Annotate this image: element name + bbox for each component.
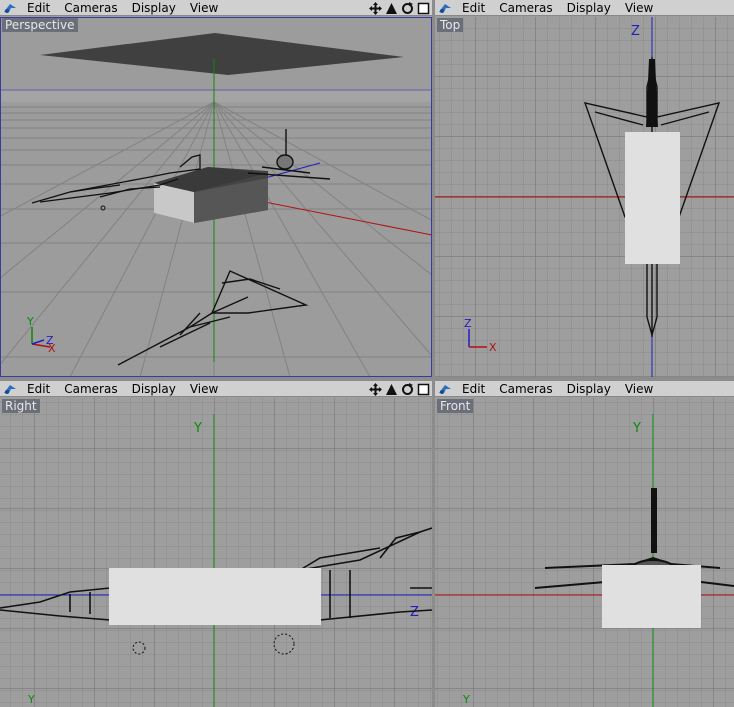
menu-display[interactable]: Display — [125, 0, 183, 16]
view-tools — [369, 381, 430, 397]
front-canvas[interactable]: Y Y — [435, 398, 734, 707]
move-view-icon[interactable] — [369, 1, 382, 15]
menu-cameras[interactable]: Cameras — [57, 381, 124, 397]
viewport-splitter-horizontal[interactable] — [0, 377, 734, 381]
viewport-menubar: Edit Cameras Display View — [435, 0, 734, 16]
top-scene: Z X Z — [435, 17, 734, 377]
menu-edit[interactable]: Edit — [455, 381, 492, 397]
gizmo-y-label: Y — [26, 315, 34, 328]
gizmo-z-label: Z — [464, 317, 472, 330]
perspective-canvas[interactable]: Y Z X — [0, 17, 432, 377]
menu-cameras[interactable]: Cameras — [492, 0, 559, 16]
menu-edit[interactable]: Edit — [455, 0, 492, 16]
menu-cameras[interactable]: Cameras — [57, 0, 124, 16]
view-tools — [369, 0, 430, 16]
viewport-label-front: Front — [437, 399, 474, 413]
cinema4d-logo-icon[interactable] — [0, 381, 20, 397]
viewport-menubar: Edit Cameras Display View — [435, 381, 734, 397]
viewport-perspective[interactable]: Edit Cameras Display View Y Z X Perspect… — [0, 0, 432, 377]
viewport-right[interactable]: Edit Cameras Display View Y Z Y Right — [0, 381, 432, 707]
gizmo-x-label: X — [489, 341, 497, 354]
right-canvas[interactable]: Y Z Y — [0, 398, 432, 707]
viewport-front[interactable]: Edit Cameras Display View Y Y Front — [435, 381, 734, 707]
axis-y-label: Y — [632, 421, 641, 436]
axis-z-label: Z — [631, 24, 640, 39]
right-scene: Y Z Y — [0, 398, 432, 707]
menu-display[interactable]: Display — [125, 381, 183, 397]
viewport-menubar: Edit Cameras Display View — [0, 381, 432, 397]
maximize-view-icon[interactable] — [417, 2, 430, 15]
viewport-splitter-vertical[interactable] — [432, 0, 435, 707]
cinema4d-logo-icon[interactable] — [435, 0, 455, 16]
cinema4d-logo-icon[interactable] — [435, 381, 455, 397]
perspective-scene: Y Z X — [0, 17, 432, 377]
top-canvas[interactable]: Z X Z — [435, 17, 734, 377]
cinema4d-logo-icon[interactable] — [0, 0, 20, 16]
viewport-label-perspective: Perspective — [2, 18, 78, 32]
rotate-view-icon[interactable] — [401, 1, 414, 15]
axis-y-label: Y — [193, 421, 202, 436]
axis-z-label: Z — [410, 605, 419, 620]
gizmo-y-label: Y — [462, 693, 470, 706]
zoom-view-icon[interactable] — [385, 383, 398, 396]
viewport-label-right: Right — [2, 399, 40, 413]
menu-display[interactable]: Display — [560, 0, 618, 16]
viewport-top[interactable]: Edit Cameras Display View Z X Z Top — [435, 0, 734, 377]
zoom-view-icon[interactable] — [385, 2, 398, 15]
move-view-icon[interactable] — [369, 382, 382, 396]
viewport-label-top: Top — [437, 18, 464, 32]
front-scene: Y Y — [435, 398, 734, 707]
viewport-menubar: Edit Cameras Display View — [0, 0, 432, 16]
menu-cameras[interactable]: Cameras — [492, 381, 559, 397]
menu-view[interactable]: View — [618, 381, 660, 397]
menu-display[interactable]: Display — [560, 381, 618, 397]
rotate-view-icon[interactable] — [401, 382, 414, 396]
maximize-view-icon[interactable] — [417, 383, 430, 396]
menu-edit[interactable]: Edit — [20, 381, 57, 397]
menu-view[interactable]: View — [618, 0, 660, 16]
gizmo-x-label: X — [48, 342, 56, 355]
menu-view[interactable]: View — [183, 381, 225, 397]
menu-edit[interactable]: Edit — [20, 0, 57, 16]
menu-view[interactable]: View — [183, 0, 225, 16]
gizmo-y-label: Y — [27, 693, 35, 706]
